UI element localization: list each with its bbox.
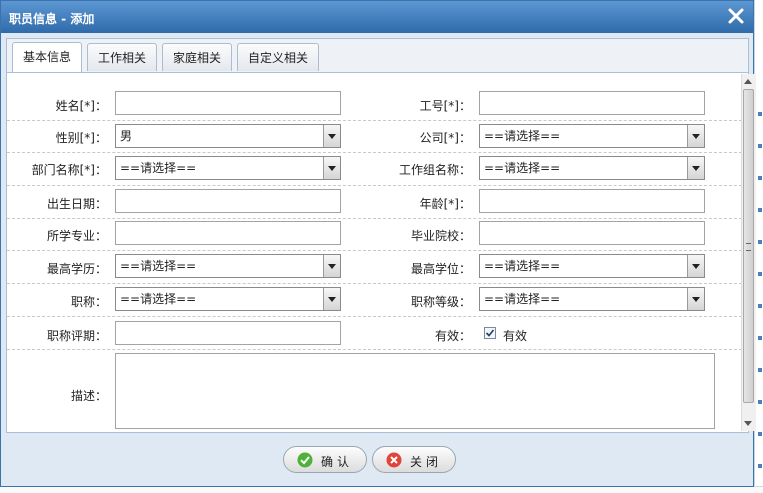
check-circle-icon	[297, 452, 313, 468]
confirm-button[interactable]: 确认	[283, 446, 367, 473]
form-row: 姓名[*]： 工号[*]：	[7, 73, 742, 121]
form-row: 最高学历： ==请选择== 最高学位： ==请选择==	[7, 250, 742, 284]
close-button-label: 关闭	[410, 455, 443, 469]
empno-label: 工号[*]：	[419, 99, 471, 113]
desc-textarea[interactable]	[115, 353, 715, 429]
chevron-down-icon	[687, 288, 704, 310]
education-label: 最高学历：	[46, 262, 107, 276]
dept-select[interactable]: ==请选择==	[115, 156, 341, 180]
gender-select-value: 男	[120, 129, 133, 143]
name-label: 姓名[*]：	[55, 99, 107, 113]
degree-select-value: ==请选择==	[484, 259, 561, 273]
chevron-down-icon	[323, 125, 340, 147]
close-circle-icon	[386, 452, 402, 468]
scrollbar-thumb[interactable]	[743, 89, 754, 403]
chevron-down-icon	[323, 157, 340, 179]
form-row: 出生日期： 年龄[*]：	[7, 185, 742, 219]
company-select[interactable]: ==请选择==	[479, 124, 705, 148]
tab-strip: 基本信息 工作相关 家庭相关 自定义相关	[7, 39, 748, 73]
title-date-input[interactable]	[115, 321, 341, 345]
valid-checkbox-label[interactable]: 有效	[503, 327, 527, 344]
chevron-down-icon	[687, 255, 704, 277]
title-label: 职称：	[70, 295, 107, 309]
birth-label: 出生日期：	[46, 197, 107, 211]
form-row: 性别[*]： 男 公司[*]： ==请选择==	[7, 120, 742, 153]
workgroup-label: 工作组名称：	[398, 163, 471, 177]
title-select[interactable]: ==请选择==	[115, 287, 341, 311]
degree-label: 最高学位：	[410, 262, 471, 276]
form-content: 姓名[*]： 工号[*]： 性别[*]： 男 公司[*]： ==请选择== 部门…	[7, 73, 742, 430]
tab-basic-info[interactable]: 基本信息	[12, 42, 82, 72]
education-select[interactable]: ==请选择==	[115, 254, 341, 278]
chevron-down-icon	[687, 157, 704, 179]
scroll-down-icon[interactable]	[744, 421, 752, 426]
confirm-button-label: 确认	[321, 455, 354, 469]
major-input[interactable]	[115, 221, 341, 245]
degree-select[interactable]: ==请选择==	[479, 254, 705, 278]
company-select-value: ==请选择==	[484, 129, 561, 143]
school-input[interactable]	[479, 221, 705, 245]
close-button[interactable]: 关闭	[372, 446, 456, 473]
title-grade-select-value: ==请选择==	[484, 292, 561, 306]
check-icon	[485, 329, 495, 337]
title-grade-label: 职称等级：	[410, 295, 471, 309]
tab-family[interactable]: 家庭相关	[162, 43, 232, 71]
desc-label: 描述：	[70, 389, 107, 403]
workgroup-select-value: ==请选择==	[484, 161, 561, 175]
employee-dialog: 职员信息 - 添加 基本信息 工作相关 家庭相关 自定义相关 姓名[*]： 工号…	[0, 0, 756, 487]
age-input[interactable]	[479, 189, 705, 213]
dialog-titlebar: 职员信息 - 添加	[1, 1, 753, 33]
age-label: 年龄[*]：	[419, 197, 471, 211]
form-row: 部门名称[*]： ==请选择== 工作组名称： ==请选择==	[7, 152, 742, 186]
gender-select[interactable]: 男	[115, 124, 341, 148]
dept-select-value: ==请选择==	[120, 161, 197, 175]
birth-input[interactable]	[115, 189, 341, 213]
title-select-value: ==请选择==	[120, 292, 197, 306]
grip-icon	[746, 243, 751, 251]
title-date-label: 职称评期：	[46, 329, 107, 343]
chevron-down-icon	[687, 125, 704, 147]
close-icon[interactable]	[725, 5, 747, 27]
name-input[interactable]	[115, 91, 341, 115]
scroll-up-icon[interactable]	[744, 79, 752, 84]
empno-input[interactable]	[479, 91, 705, 115]
background-grid-bottom	[0, 486, 763, 493]
form-row: 职称评期： 有效： 有效	[7, 316, 742, 350]
form-scrollbar[interactable]	[741, 74, 756, 431]
form-row: 描述：	[7, 349, 742, 430]
major-label: 所学专业：	[46, 229, 107, 243]
form-row: 职称： ==请选择== 职称等级： ==请选择==	[7, 283, 742, 317]
tab-work[interactable]: 工作相关	[87, 43, 157, 71]
workgroup-select[interactable]: ==请选择==	[479, 156, 705, 180]
title-grade-select[interactable]: ==请选择==	[479, 287, 705, 311]
tab-custom[interactable]: 自定义相关	[237, 43, 319, 71]
gender-label: 性别[*]：	[55, 131, 107, 145]
education-select-value: ==请选择==	[120, 259, 197, 273]
chevron-down-icon	[323, 255, 340, 277]
school-label: 毕业院校：	[410, 229, 471, 243]
form-panel: 基本信息 工作相关 家庭相关 自定义相关 姓名[*]： 工号[*]： 性别[*]…	[6, 38, 756, 433]
form-row: 所学专业： 毕业院校：	[7, 218, 742, 251]
valid-checkbox[interactable]	[484, 327, 496, 339]
chevron-down-icon	[323, 288, 340, 310]
valid-label: 有效：	[434, 329, 471, 343]
company-label: 公司[*]：	[419, 131, 471, 145]
dialog-title: 职员信息 - 添加	[9, 12, 95, 26]
dept-label: 部门名称[*]：	[31, 163, 107, 177]
